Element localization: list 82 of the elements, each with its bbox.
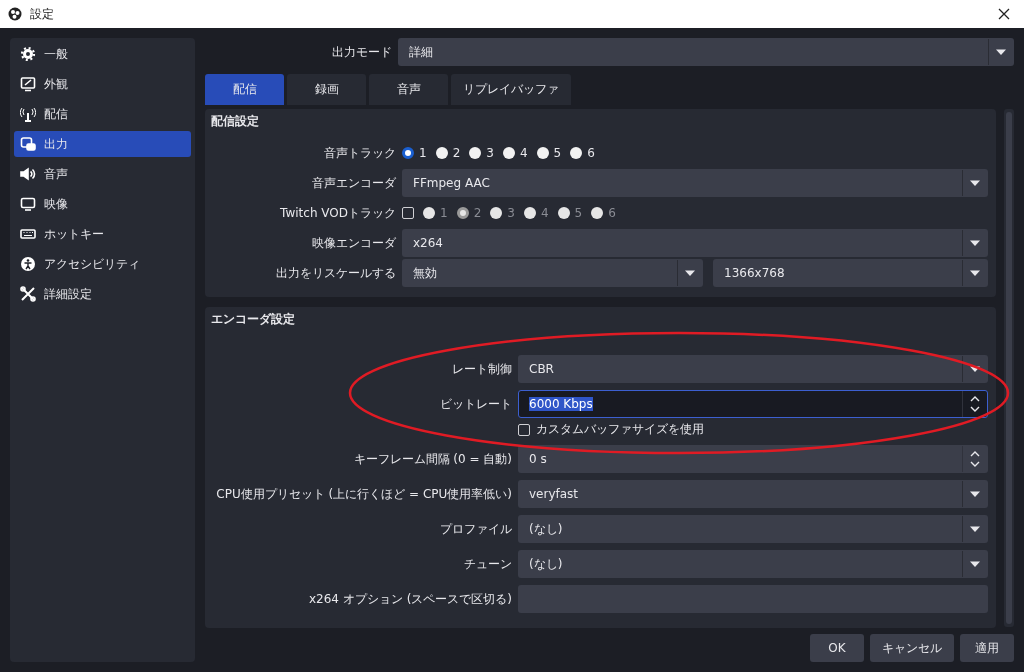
radio-label: 1 — [419, 146, 427, 160]
radio-label: 4 — [519, 146, 528, 160]
radio-label: 5 — [574, 206, 583, 220]
window-title: 設定 — [30, 5, 54, 23]
sidebar-item-icon — [20, 136, 36, 152]
field-label: 出力をリスケールする — [275, 264, 396, 282]
radio-button[interactable] — [402, 147, 414, 159]
radio-button[interactable] — [490, 207, 503, 219]
radio-button[interactable] — [456, 207, 469, 219]
dropdown[interactable]: FFmpeg AAC — [402, 169, 988, 197]
radio-button[interactable] — [423, 207, 435, 219]
sidebar-item-icon — [20, 226, 36, 242]
sidebar-item-icon — [20, 256, 36, 272]
radio-button[interactable] — [435, 147, 448, 159]
dropdown[interactable]: veryfast — [518, 480, 988, 508]
sidebar-item-icon — [20, 106, 36, 122]
section-title: 配信設定 — [211, 113, 260, 130]
dropdown[interactable]: CBR — [518, 355, 988, 383]
dialog-button[interactable]: キャンセル — [870, 634, 954, 662]
radio-button[interactable] — [591, 207, 604, 219]
sidebar-item[interactable]: 音声 — [14, 161, 191, 187]
field-label: 映像エンコーダ — [311, 234, 396, 252]
dropdown[interactable]: (なし) — [518, 550, 988, 578]
dropdown[interactable]: (なし) — [518, 515, 988, 543]
checkbox[interactable] — [518, 423, 530, 436]
sidebar-item[interactable]: 詳細設定 — [14, 281, 191, 307]
radio-button[interactable] — [469, 147, 482, 159]
radio-label: 3 — [486, 146, 494, 160]
field-label: x264 オプション (スペースで区切る) — [308, 590, 512, 608]
radio-button[interactable] — [502, 147, 515, 159]
field-label: 出力モード — [331, 43, 392, 61]
sidebar-item[interactable]: 映像 — [14, 191, 191, 217]
dropdown[interactable]: x264 — [402, 229, 988, 257]
checkbox[interactable] — [402, 207, 414, 219]
sidebar-item-icon — [20, 286, 36, 302]
app-logo-icon — [8, 7, 22, 21]
sidebar-item[interactable]: 一般 — [14, 41, 191, 67]
sidebar-item-icon — [20, 76, 36, 92]
sidebar-item-icon — [20, 166, 36, 182]
radio-button[interactable] — [557, 207, 570, 219]
dropdown[interactable]: 1366x768 — [713, 259, 988, 287]
sidebar-item[interactable]: 配信 — [14, 101, 191, 127]
radio-label: 4 — [540, 206, 549, 220]
close-icon[interactable] — [998, 8, 1010, 20]
section-title: エンコーダ設定 — [211, 311, 296, 328]
sidebar-item[interactable]: 出力 — [14, 131, 191, 157]
radio-label: 1 — [440, 206, 448, 220]
radio-label: 3 — [507, 206, 515, 220]
sidebar-item-icon — [20, 196, 36, 212]
spin-box[interactable]: 0 s — [518, 445, 988, 473]
radio-button[interactable] — [523, 207, 536, 219]
field-label: Twitch VODトラック — [279, 204, 396, 222]
radio-label: 2 — [452, 146, 461, 160]
tab[interactable]: 録画 — [287, 74, 366, 105]
sidebar-item[interactable]: アクセシビリティ — [14, 251, 191, 277]
sidebar-item[interactable]: ホットキー — [14, 221, 191, 247]
sidebar-item[interactable]: 外観 — [14, 71, 191, 97]
scrollbar[interactable] — [1004, 109, 1014, 627]
tab[interactable]: 配信 — [205, 74, 284, 105]
field-label: CPU使用プリセット (上に行くほど = CPU使用率低い) — [215, 485, 512, 503]
radio-button[interactable] — [570, 147, 583, 159]
radio-label: 5 — [553, 146, 562, 160]
field-label: 音声エンコーダ — [311, 174, 396, 192]
checkbox-label: カスタムバッファサイズを使用 — [536, 421, 704, 438]
dropdown[interactable]: 無効 — [402, 259, 703, 287]
field-label: レート制御 — [451, 360, 512, 378]
field-label: チューン — [463, 555, 512, 573]
radio-label: 6 — [608, 206, 616, 220]
field-label: ビットレート — [439, 395, 512, 413]
dropdown[interactable]: 詳細 — [398, 38, 1014, 66]
tab[interactable]: 音声 — [369, 74, 448, 105]
field-label: 音声トラック — [323, 144, 396, 162]
radio-button[interactable] — [536, 147, 549, 159]
spin-box[interactable]: 6000 Kbps — [518, 390, 988, 418]
radio-label: 6 — [587, 146, 595, 160]
radio-label: 2 — [473, 206, 482, 220]
dialog-button[interactable]: OK — [810, 634, 864, 662]
field-label: プロファイル — [439, 520, 512, 538]
tab[interactable]: リプレイバッファ — [451, 74, 571, 105]
sidebar-item-icon — [20, 46, 36, 62]
dialog-button[interactable]: 適用 — [960, 634, 1014, 662]
field-label: キーフレーム間隔 (0 = 自動) — [352, 450, 512, 468]
